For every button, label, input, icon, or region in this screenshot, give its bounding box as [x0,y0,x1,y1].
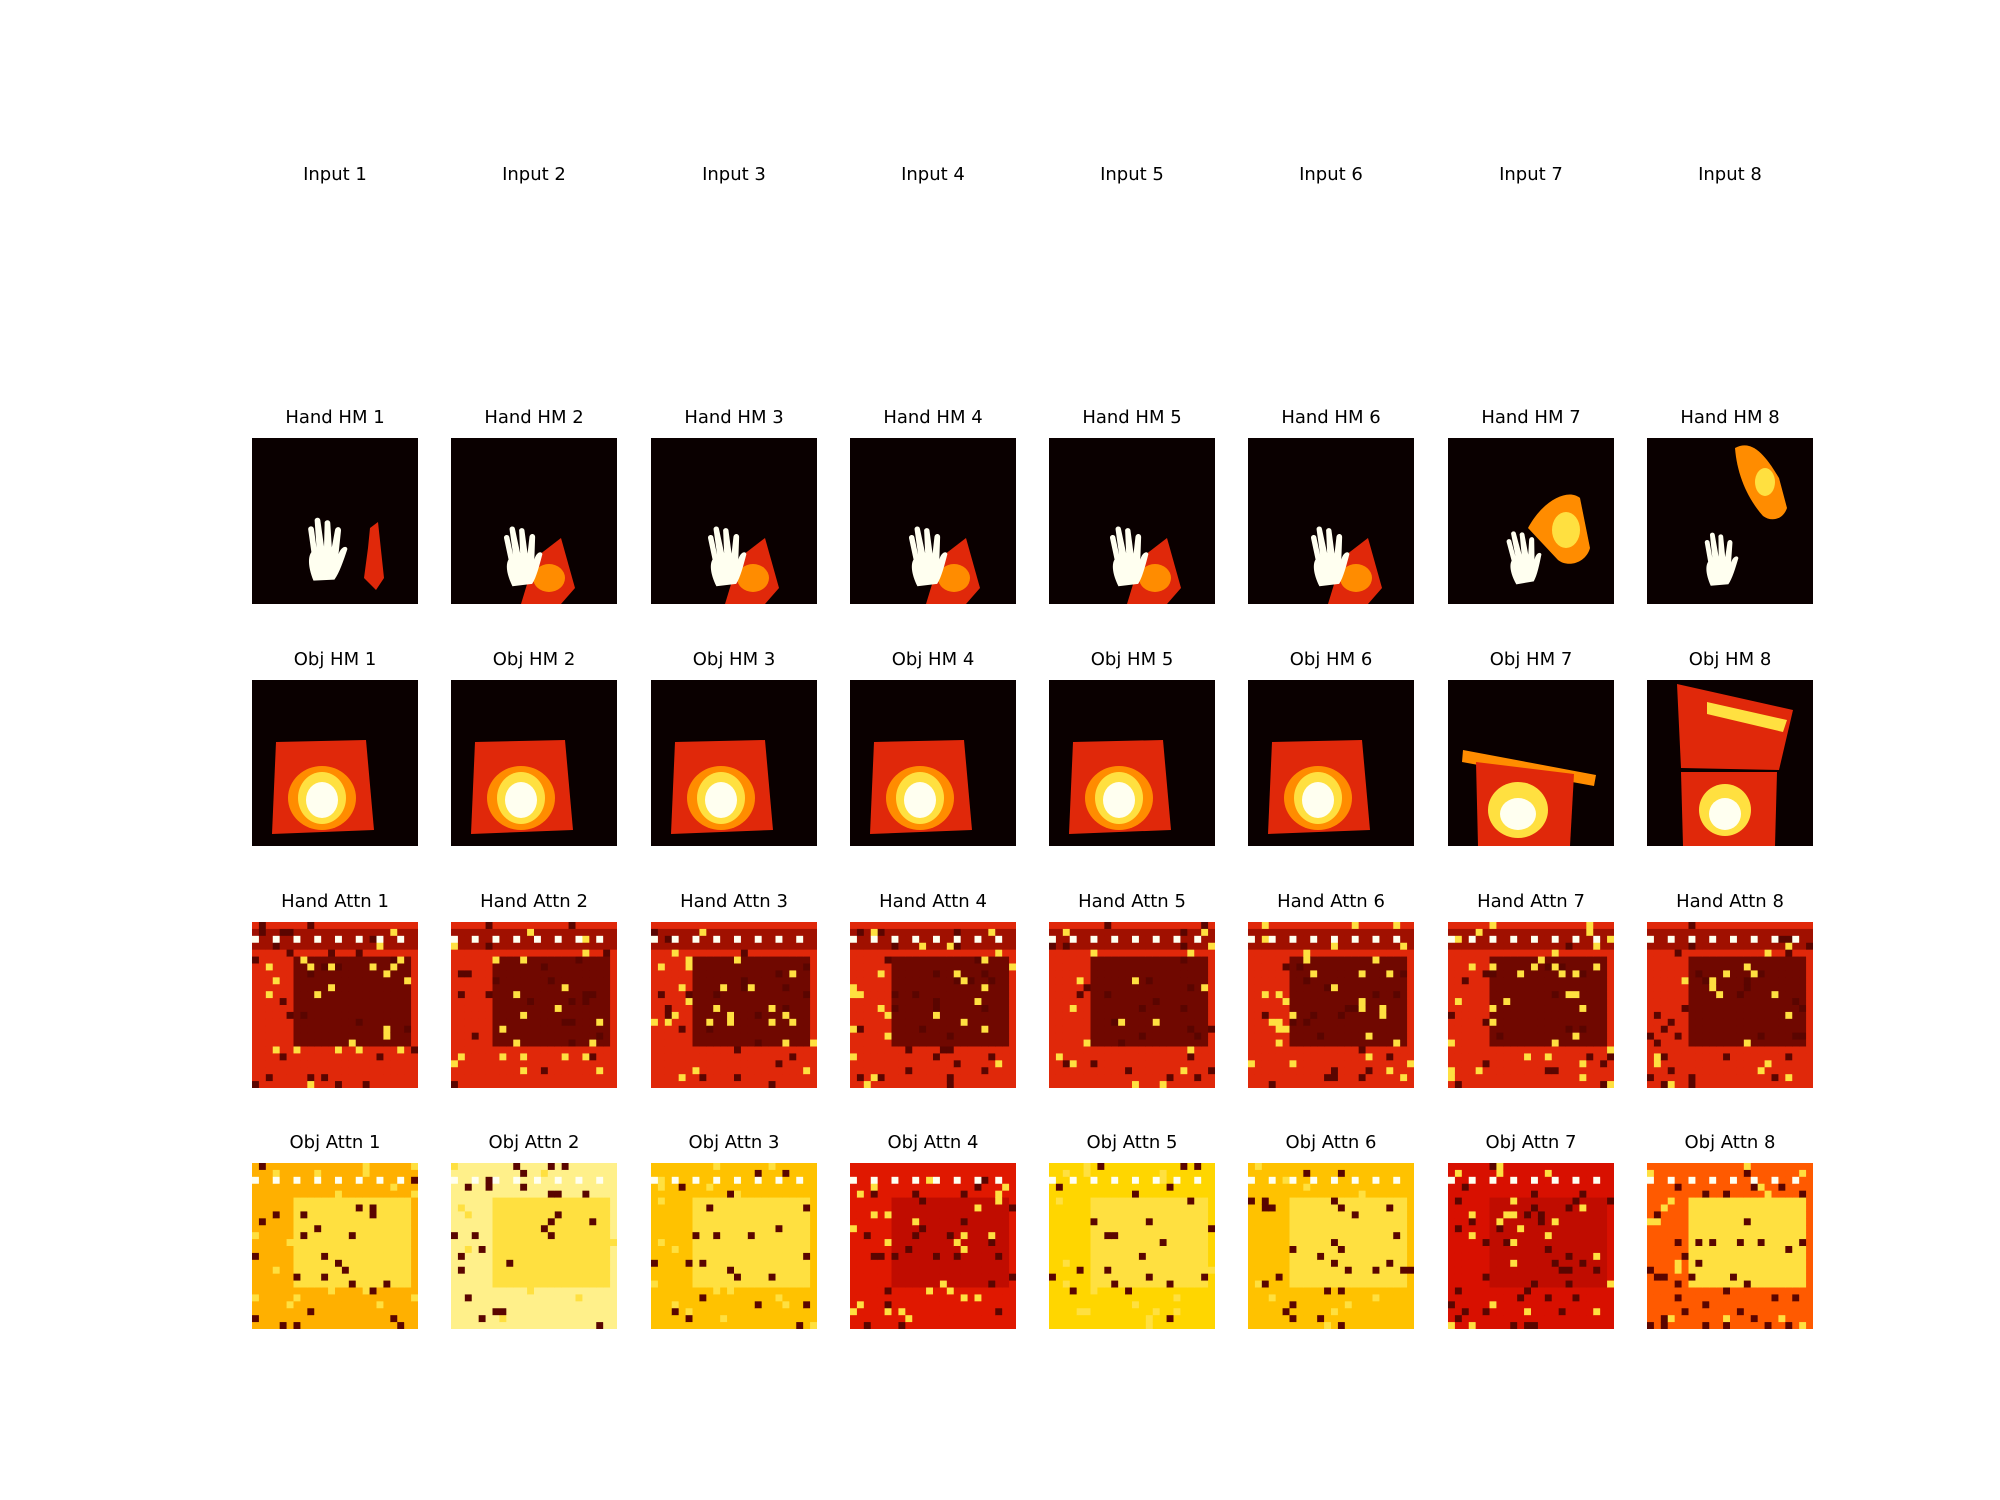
hand-attention-map-image [1647,922,1813,1088]
object-heatmap-image [1647,680,1813,846]
hand-heatmap-image [1647,438,1813,604]
hand-heatmap-image [850,438,1016,604]
object-attention-map-image [1049,1163,1215,1329]
object-attention-map-image [850,1163,1016,1329]
hand-attention-map-image [651,922,817,1088]
object-heatmap-image [1248,680,1414,846]
hand-attention-map-image [451,922,617,1088]
object-attention-map-image [1248,1163,1414,1329]
hand-heatmap-image [1248,438,1414,604]
hand-heatmap-image [252,438,418,604]
hand-attention-map-image [1248,922,1414,1088]
object-heatmap-image [850,680,1016,846]
hand-heatmap-image [1049,438,1215,604]
object-heatmap-image [1049,680,1215,846]
object-heatmap-image [451,680,617,846]
hand-heatmap-image [651,438,817,604]
object-heatmap-image [1448,680,1614,846]
panel-title: Hand Attn 8 [1676,891,1784,912]
panel-title: Input 8 [1698,164,1762,185]
object-attention-map-image [1647,1163,1813,1329]
hand-attention-map-image [850,922,1016,1088]
object-attention-map-image [651,1163,817,1329]
object-attention-map-image [252,1163,418,1329]
panel-title: Hand HM 8 [1680,407,1780,428]
hand-attention-map-image [252,922,418,1088]
hand-attention-map-image [1049,922,1215,1088]
hand-heatmap-image [451,438,617,604]
object-heatmap-image [651,680,817,846]
panel-title: Obj Attn 8 [1684,1132,1776,1153]
panel-title: Obj HM 8 [1688,649,1772,670]
object-heatmap-image [252,680,418,846]
object-attention-map-image [1448,1163,1614,1329]
object-attention-map-image [451,1163,617,1329]
hand-heatmap-image [1448,438,1614,604]
figure-grid: Input 1 Input 2 Input 3 Input 4 Input 5 Input… [0,0,2000,1500]
hand-attention-map-image [1448,922,1614,1088]
